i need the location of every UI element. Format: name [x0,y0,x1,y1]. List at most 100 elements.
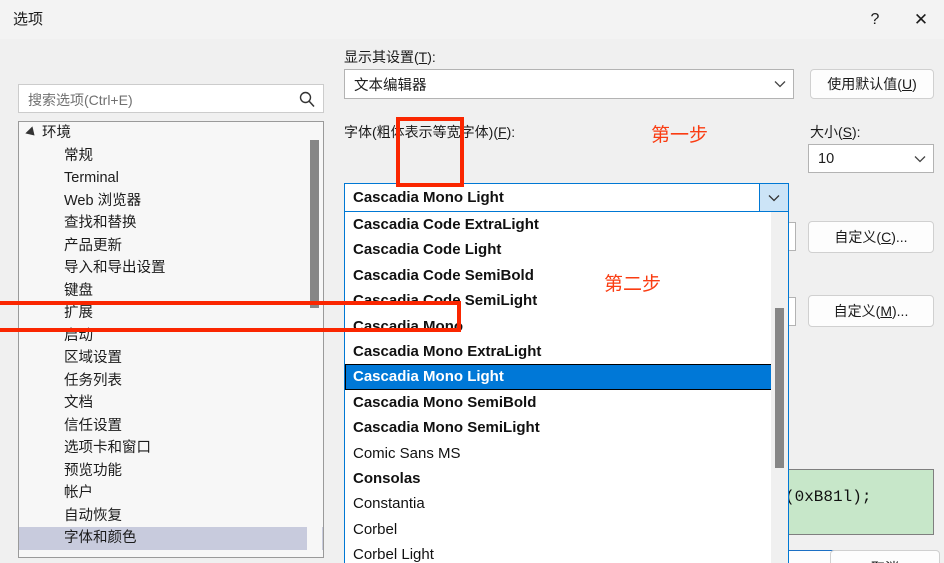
font-list-scrollbar-thumb[interactable] [775,308,784,468]
tree-item-label: 常规 [64,147,93,164]
font-option[interactable]: Cascadia Mono SemiLight [345,415,788,440]
tree-item-label: 自动恢复 [64,507,122,524]
font-dropdown-toggle[interactable] [759,184,788,211]
tree-item-label: 任务列表 [64,372,122,389]
chevron-down-icon [768,194,780,201]
size-label-accel: S [842,124,853,140]
options-tree[interactable]: 环境 常规 Terminal Web 浏览器 查找和替换产品更新导入和导出设置 键盘扩展… [18,121,324,558]
tree-item[interactable]: 扩展 [19,302,323,325]
font-option[interactable]: Comic Sans MS [345,441,788,466]
font-label-tail: ): [506,124,516,140]
chevron-down-icon[interactable] [767,80,793,88]
tree-item[interactable]: 查找和替换 [19,212,323,235]
annotation-label-step1: 第一步 [651,125,709,146]
tree-item[interactable]: 启动 [19,325,323,348]
tree-item[interactable]: 键盘 [19,280,323,303]
custom-m-tail: )... [892,303,909,319]
tree-item[interactable]: 产品更新 [19,235,323,258]
question-mark-icon: ? [870,10,880,28]
tree-item-label: 字体和颜色 [64,530,137,546]
tree-item[interactable]: 导入和导出设置 [19,257,323,280]
font-option[interactable]: Cascadia Code Light [345,237,788,262]
tree-item-label: 键盘 [64,282,93,299]
tree-item[interactable]: 区域设置 [19,347,323,370]
tree-scrollbar-thumb[interactable] [310,140,319,308]
font-option[interactable]: Corbel Light [345,542,788,563]
use-defaults-button[interactable]: 使用默认值(U) [810,69,934,99]
use-defaults-text: 使用默认值( [827,76,902,92]
expander-triangle-icon[interactable] [25,126,39,140]
search-icon [299,91,315,108]
font-option[interactable]: Consolas [345,466,788,491]
tree-item[interactable]: 文档 [19,392,323,415]
tree-item[interactable]: 字体和颜色 [19,527,323,550]
font-option[interactable]: Corbel [345,517,788,542]
font-option[interactable]: Cascadia Mono [345,314,788,339]
settings-for-label-tail: ): [427,49,436,65]
tree-item-label: Web 浏览器 [64,192,142,209]
tree-item-label: 区域设置 [64,350,122,366]
font-option[interactable]: Cascadia Mono SemiBold [345,390,788,415]
cancel-button[interactable]: 取消 [830,550,940,563]
search-placeholder: 搜索选项(Ctrl+E) [28,92,133,108]
font-label: 字体(粗体表示等宽字体)(F): [344,122,515,142]
font-option[interactable]: Cascadia Mono ExtraLight [345,339,788,364]
custom-c-accel: C [881,229,892,245]
font-label-accel: F [498,124,507,140]
annotation-label-step2: 第二步 [604,274,662,295]
tree-item[interactable]: 信任设置 [19,415,323,438]
tree-item-label: 帐户 [64,485,93,501]
font-option[interactable]: Cascadia Code SemiBold [345,263,788,288]
tree-node-label: 环境 [42,125,71,141]
tree-item-label: 信任设置 [64,417,122,434]
font-option[interactable]: Cascadia Code SemiLight [345,288,788,313]
font-combobox-value: Cascadia Mono Light [353,189,504,206]
settings-for-label-text: 显示其设置( [344,49,419,65]
tree-item-label: 产品更新 [64,237,122,254]
search-input[interactable]: 搜索选项(Ctrl+E) [18,84,324,113]
settings-for-combobox[interactable]: 文本编辑器 [344,69,794,99]
tree-item-label: 启动 [64,327,93,344]
tree-item[interactable]: 选项卡和窗口 [19,437,323,460]
title-bar: 选项 ? ✕ [0,0,944,40]
tree-item-label: 扩展 [64,305,93,321]
dialog-body: 搜索选项(Ctrl+E) 环境 常规 Terminal Web 浏览器 查找和替换产品… [0,39,944,563]
use-defaults-accel: U [901,76,913,92]
tree-item-label: 查找和替换 [64,215,137,231]
custom-c-button[interactable]: 自定义(C)... [808,221,934,253]
size-label-text: 大小( [810,124,843,140]
font-option[interactable]: Cascadia Code ExtraLight [345,212,788,237]
size-combobox[interactable]: 10 [808,144,934,173]
tree-scrollbar[interactable] [307,123,322,557]
custom-m-text: 自定义( [833,303,881,319]
help-button[interactable]: ? [852,0,898,39]
tree-node-environment[interactable]: 环境 [19,122,323,145]
font-list-scrollbar[interactable] [771,212,788,563]
size-label: 大小(S): [810,122,861,142]
custom-c-tail: )... [891,229,908,245]
settings-for-label: 显示其设置(T): [344,47,436,67]
font-combobox[interactable]: Cascadia Mono Light [344,183,789,212]
tree-item[interactable]: 帐户 [19,482,323,505]
custom-c-text: 自定义( [834,229,882,245]
tree-item[interactable]: 预览功能 [19,460,323,483]
tree-item-label: 选项卡和窗口 [64,440,151,456]
font-option-selected[interactable]: Cascadia Mono Light [345,364,773,390]
tree-item-label: 文档 [64,395,93,411]
font-dropdown-list[interactable]: Cascadia Code ExtraLight Cascadia Code Li… [344,212,789,563]
font-option[interactable]: Constantia [345,491,788,516]
use-defaults-tail: ) [912,76,917,92]
tree-item[interactable]: Terminal [19,167,323,190]
chevron-down-icon[interactable] [907,155,933,163]
tree-item[interactable]: 自动恢复 [19,505,323,528]
options-dialog: 选项 ? ✕ 搜索选项(Ctrl+E) 环境 常规 Terminal Web 浏览器… [0,0,944,563]
tree-item[interactable]: Web 浏览器 [19,190,323,213]
page-title: 选项 [13,11,44,28]
tree-item[interactable]: 任务列表 [19,370,323,393]
custom-m-button[interactable]: 自定义(M)... [808,295,934,327]
close-button[interactable]: ✕ [898,0,944,39]
tree-item-label: 导入和导出设置 [64,260,166,276]
tree-item-label: 预览功能 [64,462,122,479]
cancel-button-label: 取消 [871,558,899,563]
tree-item[interactable]: 常规 [19,145,323,168]
